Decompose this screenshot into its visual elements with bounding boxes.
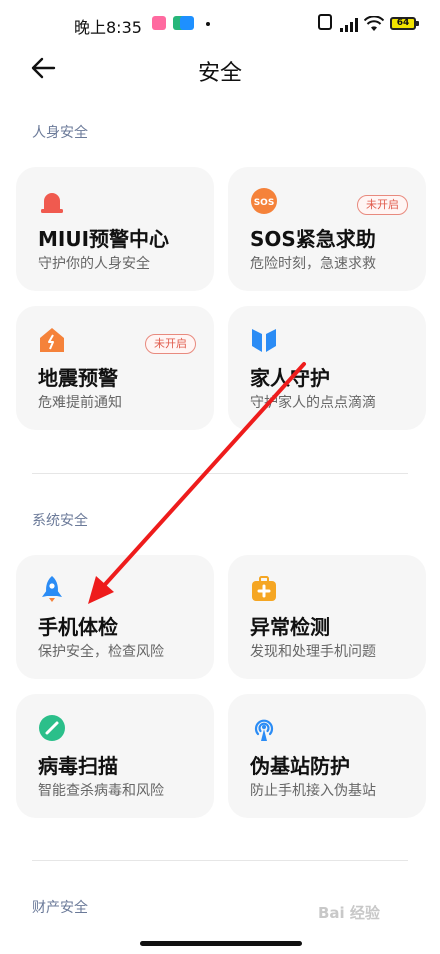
section-divider xyxy=(32,473,408,474)
message-app-icon xyxy=(180,16,194,30)
card-subtitle: 守护你的人身安全 xyxy=(38,256,150,272)
card-subtitle: 保护安全，检查风险 xyxy=(38,644,164,660)
nfc-icon xyxy=(318,14,332,30)
card-title: 异常检测 xyxy=(250,615,330,639)
card-sos-emergency[interactable]: SOS 未开启 SOS紧急求助 危险时刻，急速求救 xyxy=(228,167,426,291)
card-subtitle: 智能查杀病毒和风险 xyxy=(38,783,164,799)
card-fake-base-station-protection[interactable]: 伪基站防护 防止手机接入伪基站 xyxy=(228,694,426,818)
card-subtitle: 危难提前通知 xyxy=(38,395,122,411)
card-virus-scan[interactable]: 病毒扫描 智能查杀病毒和风险 xyxy=(16,694,214,818)
card-anomaly-detection[interactable]: 异常检测 发现和处理手机问题 xyxy=(228,555,426,679)
card-title: 伪基站防护 xyxy=(250,754,350,778)
card-miui-alert-center[interactable]: MIUI预警中心 守护你的人身安全 xyxy=(16,167,214,291)
status-badge: 未开启 xyxy=(357,195,408,215)
first-aid-kit-icon xyxy=(252,576,276,601)
card-title: SOS紧急求助 xyxy=(250,227,376,251)
card-earthquake-warning[interactable]: 未开启 地震预警 危难提前通知 xyxy=(16,306,214,430)
card-subtitle: 危险时刻，急速求救 xyxy=(250,256,376,272)
section-title-property: 财产安全 xyxy=(32,900,88,916)
more-notifications-dot xyxy=(206,22,210,26)
card-title: 地震预警 xyxy=(38,366,118,390)
sos-icon: SOS xyxy=(251,188,277,214)
family-shield-icon xyxy=(252,329,276,352)
status-time: 晚上8:35 xyxy=(74,18,142,37)
card-title: 病毒扫描 xyxy=(38,754,118,778)
card-title: 家人守护 xyxy=(250,366,330,390)
status-badge: 未开启 xyxy=(145,334,196,354)
card-subtitle: 防止手机接入伪基站 xyxy=(250,783,376,799)
card-family-guard[interactable]: 家人守护 守护家人的点点滴滴 xyxy=(228,306,426,430)
card-title: 手机体检 xyxy=(38,615,118,639)
card-title: MIUI预警中心 xyxy=(38,227,170,251)
earthquake-house-icon xyxy=(40,328,64,352)
watermark: Bai 经验 xyxy=(318,904,380,922)
section-title-system: 系统安全 xyxy=(32,513,88,529)
alarm-siren-icon xyxy=(41,193,63,213)
signal-icon xyxy=(340,18,358,32)
signal-tower-icon xyxy=(254,719,274,741)
wifi-icon xyxy=(364,16,384,31)
rocket-icon xyxy=(42,576,62,602)
battery-icon: 64 xyxy=(390,17,419,30)
svg-text:SOS: SOS xyxy=(254,198,275,208)
video-app-icon xyxy=(152,16,166,30)
home-indicator[interactable] xyxy=(140,941,302,946)
status-bar: 晚上8:35 64 xyxy=(0,0,440,48)
page-title: 安全 xyxy=(197,61,242,86)
section-divider xyxy=(32,860,408,861)
card-subtitle: 发现和处理手机问题 xyxy=(250,644,376,660)
section-title-personal: 人身安全 xyxy=(32,125,88,141)
card-subtitle: 守护家人的点点滴滴 xyxy=(250,395,376,411)
virus-scan-icon xyxy=(39,715,65,741)
card-phone-checkup[interactable]: 手机体检 保护安全，检查风险 xyxy=(16,555,214,679)
